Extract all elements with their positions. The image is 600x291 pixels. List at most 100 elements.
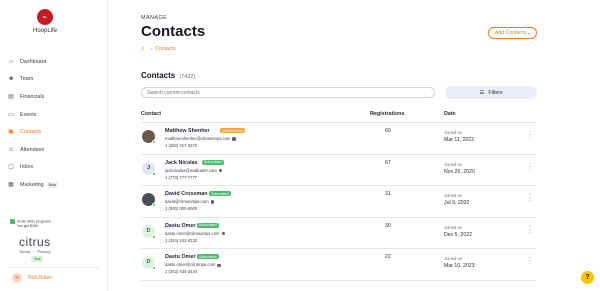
registrations-count: 22: [385, 254, 391, 261]
sidebar-nav: ⌂ Dashboard ☻ Team ▤ Financials ▭ Events…: [8, 53, 104, 194]
column-header-registrations-label: Registrations: [370, 111, 405, 117]
contact-email: david@citrusamps.com: [165, 199, 215, 204]
avatar: J: [142, 161, 156, 176]
contact-name[interactable]: Jack Nicolas: [165, 160, 198, 166]
inbox-icon: ▢: [8, 164, 14, 171]
contact-email: dastu.omer@citrampa.com: [165, 262, 221, 267]
table-row[interactable]: J Jack Nicolas Subscribed jacknicolas@ma…: [141, 155, 537, 187]
contact-phone: 1 (324) 242-4232: [165, 237, 198, 243]
search-input[interactable]: [141, 87, 435, 98]
invite-programs-link[interactable]: Invite other programs You get $250: [10, 219, 51, 229]
table-row[interactable]: D Dastu Omer Subscribed dastu.omer@citra…: [141, 249, 537, 281]
privacy-link[interactable]: Privacy: [37, 249, 50, 254]
row-menu-icon[interactable]: · · ·: [527, 224, 533, 236]
online-status-icon: [152, 140, 156, 144]
filter-icon: ☰: [479, 89, 485, 96]
verified-icon: [217, 263, 221, 268]
sidebar-item-label: Team: [20, 76, 34, 83]
row-menu-icon[interactable]: · · ·: [527, 129, 533, 141]
status-badge: Unsubscribed: [220, 128, 246, 133]
contact-name[interactable]: David Crossman: [165, 191, 208, 197]
brand-logo[interactable]: HL HoopLife: [30, 9, 60, 34]
events-icon: ▭: [8, 111, 14, 118]
sidebar-item-attendees[interactable]: ☺ Attendees: [8, 141, 104, 159]
gift-icon: [10, 219, 15, 224]
column-header-date[interactable]: Date: [444, 111, 456, 117]
sidebar-item-financials[interactable]: ▤ Financials: [8, 88, 104, 106]
table-row[interactable]: Matthew Shenher Unsubscribed matthew.she…: [141, 123, 537, 155]
user-menu[interactable]: N Nick Bolen: [8, 267, 100, 285]
verified-icon: [218, 168, 223, 173]
contact-name[interactable]: Dastu Omer: [165, 254, 196, 260]
table-row[interactable]: D Dastu Omer Subscribed dastu.omer@citru…: [141, 218, 537, 250]
avatar: D: [142, 256, 156, 271]
sidebar-item-events[interactable]: ▭ Events: [8, 106, 104, 124]
online-status-icon: [152, 171, 156, 176]
row-menu-icon[interactable]: · · ·: [527, 161, 533, 173]
section-label: MANAGE: [141, 15, 168, 21]
contact-email: dastu.omer@citrusamps.com: [165, 231, 226, 236]
sidebar-item-label: Financials: [20, 93, 45, 100]
sidebar-item-label: Attendees: [20, 146, 45, 153]
contact-name[interactable]: Matthew Shenher: [165, 128, 210, 134]
status-badge: Subscribed: [197, 254, 219, 260]
invite-subtitle: You get $250: [17, 224, 39, 229]
sidebar-item-team[interactable]: ☻ Team: [8, 71, 104, 89]
contacts-icon: ▣: [8, 129, 14, 136]
test-mode-badge: Test: [31, 256, 44, 262]
add-contacts-label: Add Contacts: [494, 30, 527, 36]
sort-up-icon: ↑: [372, 111, 375, 117]
avatar: [142, 193, 156, 208]
beta-badge: Beta: [46, 181, 58, 188]
contacts-count: (7422): [179, 74, 196, 80]
registrations-count: 31: [385, 191, 391, 198]
invite-title: Invite other programs: [17, 219, 51, 224]
user-name: Nick Bolen: [28, 274, 52, 281]
sidebar-item-label: Events: [20, 111, 37, 118]
contacts-table: Matthew Shenher Unsubscribed matthew.she…: [141, 123, 537, 281]
sidebar-item-dashboard[interactable]: ⌂ Dashboard: [8, 53, 104, 71]
row-menu-icon[interactable]: · · ·: [527, 192, 533, 204]
breadcrumb-separator: ›: [150, 46, 153, 52]
joined-date: Dec 5, 2022: [444, 231, 472, 238]
joined-date: Mar 11, 2022: [444, 137, 475, 143]
legal-links: Terms · Privacy: [19, 249, 51, 254]
verified-icon: [232, 137, 236, 141]
page-title: Contacts: [141, 23, 206, 40]
marketing-icon: ▦: [8, 181, 14, 188]
joined-label: Joined on: [444, 161, 463, 167]
table-row[interactable]: David Crossman Subscribed david@citrusam…: [141, 186, 537, 218]
registrations-count: 30: [385, 222, 391, 229]
sidebar-item-label: Contacts: [20, 129, 42, 136]
contact-phone: 1 (773) 777-7777: [165, 174, 198, 180]
breadcrumb-item-contacts[interactable]: Contacts: [155, 46, 175, 52]
attendees-icon: ☺: [8, 146, 15, 153]
contact-phone: 1 (000) 000-0000: [165, 206, 198, 212]
home-icon: ⌂: [9, 58, 13, 65]
joined-date: Jul 9, 2020: [444, 200, 470, 207]
verified-icon: [210, 200, 215, 204]
registrations-count: 67: [385, 159, 391, 166]
brand-name: HoopLife: [32, 28, 58, 34]
contact-name[interactable]: Dastu Omer: [165, 223, 196, 229]
contacts-heading: Contacts (7422): [141, 71, 195, 80]
filters-button[interactable]: ☰ Filters: [445, 86, 537, 99]
online-status-icon: [152, 266, 156, 271]
home-icon[interactable]: ⌂: [141, 46, 144, 52]
terms-link[interactable]: Terms: [19, 249, 30, 254]
sidebar-item-contacts[interactable]: ▣ Contacts: [8, 123, 104, 141]
sidebar-item-marketing[interactable]: ▦ Marketing Beta: [8, 176, 104, 194]
verified-icon: [221, 231, 226, 236]
joined-label: Joined on: [444, 130, 463, 135]
column-header-contact[interactable]: Contact: [141, 111, 161, 117]
status-badge: Subscribed: [197, 222, 219, 228]
row-menu-icon[interactable]: · · ·: [527, 255, 533, 267]
online-status-icon: [152, 234, 156, 239]
hooplife-logo-icon: HL: [37, 9, 53, 25]
status-badge: Subscribed: [209, 191, 231, 197]
sidebar-item-inbox[interactable]: ▢ Inbox: [8, 159, 104, 177]
legal-separator: ·: [33, 249, 35, 254]
add-contacts-button[interactable]: Add Contacts ▾: [488, 27, 537, 39]
help-button[interactable]: ?: [581, 271, 594, 284]
joined-label: Joined on: [444, 256, 463, 262]
